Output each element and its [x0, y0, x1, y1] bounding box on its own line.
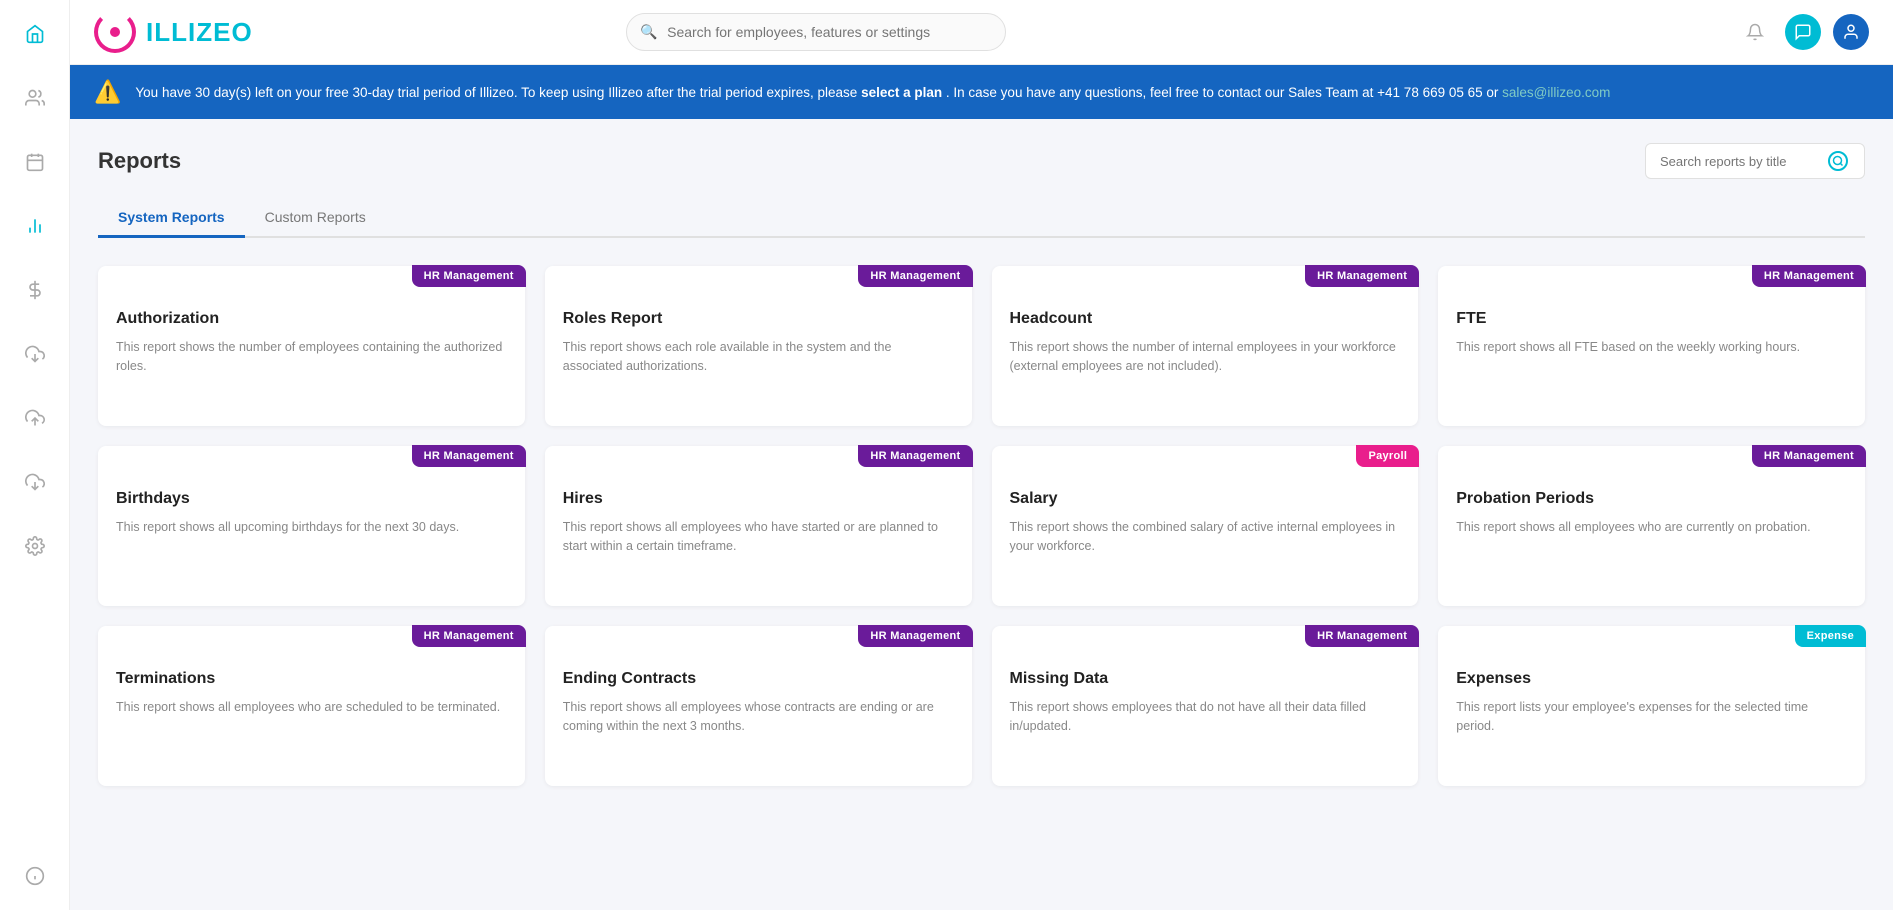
search-reports-input[interactable] — [1660, 154, 1820, 169]
trial-message: You have 30 day(s) left on your free 30-… — [135, 85, 1610, 100]
search-reports-icon[interactable] — [1828, 151, 1848, 171]
home-nav[interactable] — [17, 16, 53, 52]
logo: ILLIZEO — [94, 11, 253, 53]
warning-icon: ⚠️ — [94, 79, 121, 105]
export-nav[interactable] — [17, 464, 53, 500]
report-badge: HR Management — [858, 445, 972, 467]
topbar: ILLIZEO 🔍 — [70, 0, 1893, 65]
report-description: This report shows the number of employee… — [116, 338, 507, 377]
tab-custom-reports[interactable]: Custom Reports — [245, 199, 386, 238]
reports-grid: HR Management Authorization This report … — [98, 266, 1865, 786]
main-content: ILLIZEO 🔍 ⚠️ Y — [70, 0, 1893, 910]
report-card[interactable]: HR Management Missing Data This report s… — [992, 626, 1419, 786]
contact-email: sales@illizeo.com — [1502, 85, 1610, 100]
report-badge: HR Management — [1305, 265, 1419, 287]
report-badge: HR Management — [1752, 445, 1866, 467]
report-title: Headcount — [1010, 310, 1401, 328]
report-badge: Payroll — [1356, 445, 1419, 467]
page-header: Reports — [98, 143, 1865, 179]
report-badge: HR Management — [1752, 265, 1866, 287]
report-badge: Expense — [1795, 625, 1866, 647]
report-description: This report shows all employees who are … — [1456, 518, 1847, 537]
global-search: 🔍 — [626, 13, 1006, 51]
trial-banner: ⚠️ You have 30 day(s) left on your free … — [70, 65, 1893, 119]
report-description: This report shows all employees whose co… — [563, 698, 954, 737]
report-badge: HR Management — [412, 625, 526, 647]
report-badge: HR Management — [412, 265, 526, 287]
report-title: Terminations — [116, 670, 507, 688]
report-title: Birthdays — [116, 490, 507, 508]
report-title: Probation Periods — [1456, 490, 1847, 508]
report-description: This report shows all upcoming birthdays… — [116, 518, 507, 537]
report-description: This report shows the combined salary of… — [1010, 518, 1401, 557]
report-card[interactable]: HR Management Hires This report shows al… — [545, 446, 972, 606]
report-title: Missing Data — [1010, 670, 1401, 688]
notifications-button[interactable] — [1737, 14, 1773, 50]
report-card[interactable]: Expense Expenses This report lists your … — [1438, 626, 1865, 786]
report-title: Hires — [563, 490, 954, 508]
report-description: This report shows the number of internal… — [1010, 338, 1401, 377]
report-description: This report shows each role available in… — [563, 338, 954, 377]
report-badge: HR Management — [858, 625, 972, 647]
chat-button[interactable] — [1785, 14, 1821, 50]
report-badge: HR Management — [1305, 625, 1419, 647]
report-card[interactable]: HR Management Headcount This report show… — [992, 266, 1419, 426]
settings-nav[interactable] — [17, 528, 53, 564]
logo-text: ILLIZEO — [146, 17, 253, 48]
page-title: Reports — [98, 148, 181, 174]
logo-name: ILLIZE — [146, 17, 231, 47]
report-badge: HR Management — [858, 265, 972, 287]
reports-nav[interactable] — [17, 208, 53, 244]
report-card[interactable]: HR Management Terminations This report s… — [98, 626, 525, 786]
report-card[interactable]: HR Management Ending Contracts This repo… — [545, 626, 972, 786]
report-description: This report shows all employees who are … — [116, 698, 507, 717]
report-title: FTE — [1456, 310, 1847, 328]
select-plan-link[interactable]: select a plan — [861, 85, 942, 100]
global-search-input[interactable] — [626, 13, 1006, 51]
report-title: Ending Contracts — [563, 670, 954, 688]
report-title: Salary — [1010, 490, 1401, 508]
report-title: Roles Report — [563, 310, 954, 328]
cloud-upload-nav[interactable] — [17, 400, 53, 436]
report-card[interactable]: HR Management FTE This report shows all … — [1438, 266, 1865, 426]
employees-nav[interactable] — [17, 80, 53, 116]
payroll-nav[interactable] — [17, 272, 53, 308]
search-reports-box[interactable] — [1645, 143, 1865, 179]
report-tabs: System Reports Custom Reports — [98, 199, 1865, 238]
report-description: This report shows all employees who have… — [563, 518, 954, 557]
logo-ring — [94, 11, 136, 53]
report-description: This report lists your employee's expens… — [1456, 698, 1847, 737]
logo-accent: O — [231, 17, 252, 47]
import-nav[interactable] — [17, 336, 53, 372]
calendar-nav[interactable] — [17, 144, 53, 180]
page-body: Reports System Reports Custom Reports HR… — [70, 119, 1893, 910]
report-card[interactable]: HR Management Probation Periods This rep… — [1438, 446, 1865, 606]
report-card[interactable]: HR Management Birthdays This report show… — [98, 446, 525, 606]
report-card[interactable]: Payroll Salary This report shows the com… — [992, 446, 1419, 606]
tab-system-reports[interactable]: System Reports — [98, 199, 245, 238]
report-card[interactable]: HR Management Authorization This report … — [98, 266, 525, 426]
topbar-actions — [1737, 14, 1869, 50]
report-title: Expenses — [1456, 670, 1847, 688]
report-badge: HR Management — [412, 445, 526, 467]
report-card[interactable]: HR Management Roles Report This report s… — [545, 266, 972, 426]
report-description: This report shows employees that do not … — [1010, 698, 1401, 737]
info-nav[interactable] — [17, 858, 53, 894]
profile-button[interactable] — [1833, 14, 1869, 50]
report-description: This report shows all FTE based on the w… — [1456, 338, 1847, 357]
search-icon: 🔍 — [640, 24, 657, 41]
sidebar — [0, 0, 70, 910]
report-title: Authorization — [116, 310, 507, 328]
